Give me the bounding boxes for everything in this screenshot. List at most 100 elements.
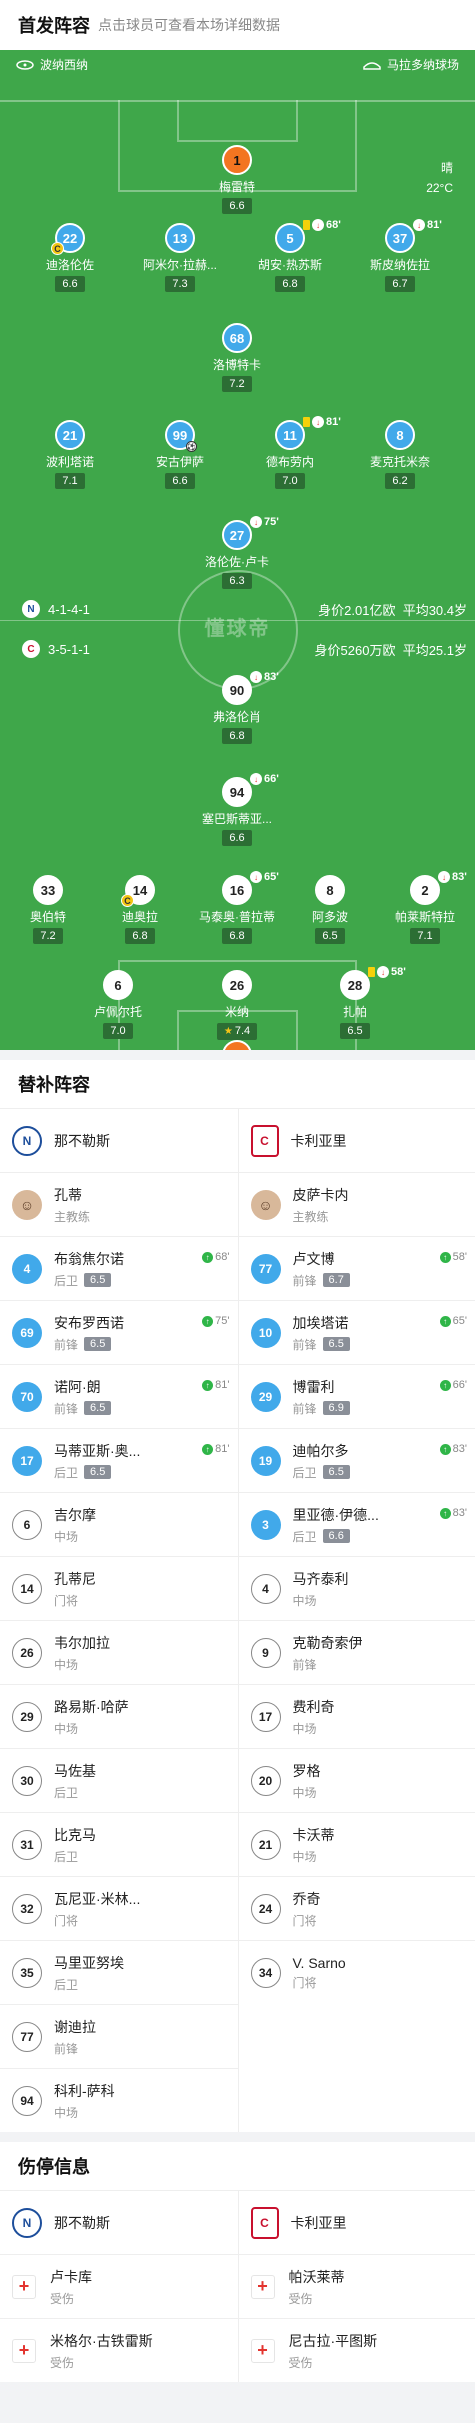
sub-in-time: 83': [452, 1507, 467, 1519]
player-cagliari[interactable]: 14 C 迪奥拉 6.8: [85, 875, 195, 944]
sub-player-name: 博雷利: [292, 1378, 335, 1395]
sub-player-row[interactable]: 77 卢文博 前锋 6.7 ↑ 58': [238, 1236, 475, 1300]
jersey-number: 37 ↓ 81': [385, 219, 442, 253]
jersey-number: 26: [222, 970, 252, 1000]
player-name: 胡安·热苏斯: [258, 258, 322, 272]
player-rating: 7.1: [410, 928, 440, 944]
sub-player-row[interactable]: 9 克勒奇索伊 前锋: [238, 1620, 475, 1684]
sub-player-row[interactable]: 4 马齐泰利 中场: [238, 1556, 475, 1620]
sub-player-row[interactable]: 94 科利-萨科 中场: [0, 2068, 238, 2132]
player-napoli[interactable]: 1 梅雷特 6.6: [182, 145, 292, 214]
injured-player-row[interactable]: + 尼古拉·平图斯 受伤: [238, 2318, 475, 2382]
sub-player-row[interactable]: 29 路易斯·哈萨 中场: [0, 1684, 238, 1748]
cagliari-injuries-column: C 卡利亚里 + 帕沃莱蒂 受伤 + 尼古拉·平图斯 受伤: [237, 2190, 475, 2382]
sub-player-name: 迪帕尔多: [292, 1442, 349, 1459]
home-avg-age: 平均25.1岁: [402, 643, 467, 658]
sub-player-info: 诺阿·朗 前锋 6.5: [54, 1377, 112, 1417]
sub-player-row[interactable]: 31 比克马 后卫: [0, 1812, 238, 1876]
sub-player-info: 比克马 后卫: [54, 1825, 96, 1865]
sub-player-row[interactable]: 17 马蒂亚斯·奥... 后卫 6.5 ↑ 81': [0, 1428, 238, 1492]
player-cagliari[interactable]: 28 ↓ 58' 扎帕 6.5: [300, 966, 410, 1039]
sub-player-name: 罗格: [292, 1762, 321, 1779]
coach-info: 孔蒂 主教练: [54, 1185, 90, 1225]
sub-player-row[interactable]: 6 吉尔摩 中场: [0, 1492, 238, 1556]
player-napoli[interactable]: 5 ↓ 68' 胡安·热苏斯 6.8: [235, 219, 345, 292]
player-rating: 7.1: [55, 473, 85, 489]
player-cagliari[interactable]: 1卡普里莱7.4: [182, 1040, 292, 1050]
player-rating: 6.8: [275, 276, 305, 292]
position-label: 后卫: [54, 1849, 79, 1864]
player-cagliari[interactable]: 8 阿多波 6.5: [275, 875, 385, 944]
sub-player-row[interactable]: 35 马里亚努埃 后卫: [0, 1940, 238, 2004]
sub-player-info: 卢文博 前锋 6.7: [293, 1249, 350, 1289]
sub-player-row[interactable]: 77 谢迪拉 前锋: [0, 2004, 238, 2068]
sub-player-position: 前锋 6.7: [293, 1272, 350, 1289]
player-napoli[interactable]: 37 ↓ 81' 斯皮纳佐拉 6.7: [345, 219, 455, 292]
sub-player-row[interactable]: 24 乔奇 门将: [238, 1876, 475, 1940]
coach-row[interactable]: ☺ 孔蒂 主教练: [0, 1172, 238, 1236]
player-napoli[interactable]: 11 ↓ 81' 德布劳内 7.0: [235, 416, 345, 489]
position-label: 中场: [54, 1529, 79, 1544]
player-napoli[interactable]: 13 阿米尔·拉赫... 7.3: [125, 223, 235, 292]
player-name: 马泰奥·普拉蒂: [199, 910, 275, 924]
sub-player-info: 韦尔加拉 中场: [54, 1633, 110, 1673]
injured-player-row[interactable]: + 卢卡库 受伤: [0, 2254, 238, 2318]
sub-player-row[interactable]: 69 安布罗西诺 前锋 6.5 ↑ 75': [0, 1300, 238, 1364]
player-cagliari[interactable]: 2 ↓ 83' 帕莱斯特拉 7.1: [370, 871, 475, 944]
sub-player-name: 马蒂亚斯·奥...: [54, 1442, 141, 1459]
sub-player-name: 里亚德·伊德...: [292, 1506, 379, 1523]
sub-time: 58': [391, 966, 406, 978]
sub-player-row[interactable]: 3 里亚德·伊德... 后卫 6.6 ↑ 83': [238, 1492, 475, 1556]
sub-player-rating: 6.5: [84, 1273, 112, 1287]
sub-player-row[interactable]: 32 瓦尼亚·米林... 门将: [0, 1876, 238, 1940]
sub-in-marker: ↑ 65': [439, 1315, 467, 1327]
position-label: 后卫: [292, 1529, 317, 1544]
player-cagliari[interactable]: 26 米纳 ★ 7.4: [182, 970, 292, 1040]
player-cagliari[interactable]: 6 卢佩尔托 7.0: [63, 970, 173, 1039]
sub-player-row[interactable]: 70 诺阿·朗 前锋 6.5 ↑ 81': [0, 1364, 238, 1428]
sub-player-position: 中场: [293, 1784, 321, 1801]
sub-player-row[interactable]: 19 迪帕尔多 后卫 6.5 ↑ 83': [238, 1428, 475, 1492]
player-rating: 6.6: [55, 276, 85, 292]
sub-player-info: 乔奇 门将: [293, 1889, 321, 1929]
sub-player-info: 马佐基 后卫: [54, 1761, 96, 1801]
sub-player-row[interactable]: 26 韦尔加拉 中场: [0, 1620, 238, 1684]
sub-player-row[interactable]: 17 费利奇 中场: [238, 1684, 475, 1748]
injured-player-row[interactable]: + 米格尔·古铁雷斯 受伤: [0, 2318, 238, 2382]
player-cagliari[interactable]: 90 ↓ 83' 弗洛伦肖 6.8: [182, 671, 292, 744]
jersey-number: 11 ↓ 81': [275, 416, 341, 450]
jersey-number: 90 ↓ 83': [222, 671, 279, 705]
player-napoli[interactable]: 27 ↓ 75' 洛伦佐·卢卡 6.3: [182, 516, 292, 589]
away-value: 身价2.01亿欧 平均30.4岁: [318, 600, 467, 619]
sub-player-info: 卡沃蒂 中场: [293, 1825, 335, 1865]
sub-player-row[interactable]: 10 加埃塔诺 前锋 6.5 ↑ 65': [238, 1300, 475, 1364]
position-label: 中场: [292, 1721, 317, 1736]
player-cagliari[interactable]: 94 ↓ 66' 塞巴斯蒂亚... 6.6: [182, 773, 292, 846]
player-name: 卢佩尔托: [93, 1005, 142, 1019]
sub-player-row[interactable]: 14 孔蒂尼 门将: [0, 1556, 238, 1620]
sub-player-row[interactable]: 30 马佐基 后卫: [0, 1748, 238, 1812]
sub-in-icon: ↑: [202, 1379, 214, 1391]
sub-player-row[interactable]: 34 V. Sarno 门将: [238, 1940, 475, 2004]
player-rating: 6.8: [222, 928, 252, 944]
injured-player-row[interactable]: + 帕沃莱蒂 受伤: [238, 2254, 475, 2318]
player-rating: 7.2: [33, 928, 63, 944]
player-napoli[interactable]: 68 洛博特卡 7.2: [182, 323, 292, 392]
player-napoli[interactable]: 21 波利塔诺 7.1: [15, 420, 125, 489]
sub-in-icon: ↑: [202, 1315, 214, 1327]
jersey-number: 19: [250, 1445, 281, 1476]
player-napoli[interactable]: 22 C 迪洛伦佐 6.6: [15, 223, 125, 292]
jersey-number: 8: [385, 420, 415, 450]
player-name: 迪洛伦佐: [45, 258, 94, 272]
player-napoli[interactable]: 8 麦克托米奈 6.2: [345, 420, 455, 489]
player-napoli[interactable]: 99 ⚽ 安古伊萨 6.6: [125, 420, 235, 489]
sub-player-row[interactable]: 21 卡沃蒂 中场: [238, 1812, 475, 1876]
medical-cross-icon: +: [250, 2274, 275, 2299]
coach-row[interactable]: ☺ 皮萨卡内 主教练: [238, 1172, 475, 1236]
sub-player-info: 迪帕尔多 后卫 6.5: [293, 1441, 350, 1481]
player-rating: ★ 7.4: [216, 1023, 258, 1040]
sub-player-row[interactable]: 20 罗格 中场: [238, 1748, 475, 1812]
sub-player-row[interactable]: 29 博雷利 前锋 6.9 ↑ 66': [238, 1364, 475, 1428]
sub-player-row[interactable]: 4 布翁焦尔诺 后卫 6.5 ↑ 68': [0, 1236, 238, 1300]
jersey-number: 32: [12, 1893, 42, 1924]
